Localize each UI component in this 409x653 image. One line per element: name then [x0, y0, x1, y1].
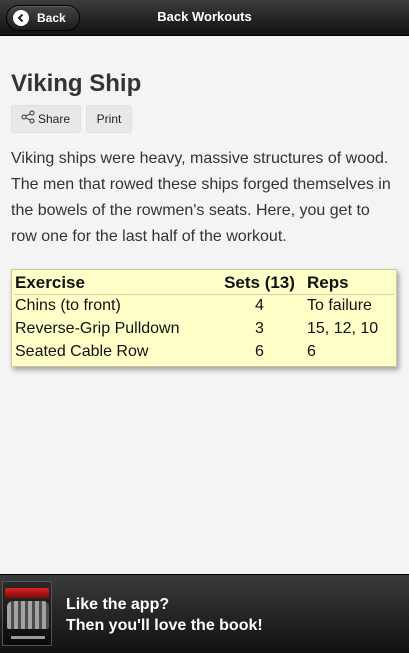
- exercise-name: Chins (to front): [15, 296, 121, 314]
- book-promo-banner[interactable]: Like the app? Then you'll love the book!: [0, 574, 409, 653]
- book-cover-figures-graphic: [7, 601, 49, 629]
- promo-text-line1: Like the app?: [66, 596, 170, 613]
- share-button-label: Share: [38, 112, 71, 126]
- page-title: Viking Ship: [11, 70, 142, 97]
- workout-description: Viking ships were heavy, massive structu…: [11, 150, 391, 245]
- action-buttons: Share Print: [11, 105, 399, 133]
- print-button[interactable]: Print: [86, 105, 132, 133]
- exercise-table: Exercise Sets (13) Reps Chins (to front)…: [14, 271, 394, 363]
- exercise-sets: 4: [255, 296, 264, 314]
- exercise-reps: 15, 12, 10: [307, 319, 379, 337]
- exercise-reps: 6: [307, 342, 316, 360]
- column-header-exercise: Exercise: [14, 271, 216, 295]
- print-button-label: Print: [96, 112, 122, 126]
- table-header-row: Exercise Sets (13) Reps: [14, 271, 394, 295]
- column-header-reps: Reps: [302, 271, 394, 295]
- share-button[interactable]: Share: [11, 105, 81, 133]
- exercise-sets: 3: [255, 319, 264, 337]
- exercise-reps: To failure: [307, 296, 372, 314]
- book-cover-subtitle-graphic: [11, 636, 45, 639]
- exercise-table-container: Exercise Sets (13) Reps Chins (to front)…: [11, 269, 397, 367]
- main-content: Viking Ship Share Print Viking ships wer…: [11, 36, 399, 367]
- table-row: Chins (to front) 4 To failure: [14, 294, 394, 317]
- top-toolbar: Back Back Workouts: [0, 0, 409, 36]
- table-row: Seated Cable Row 6 6: [14, 340, 394, 363]
- book-cover-image[interactable]: [2, 581, 52, 646]
- table-row: Reverse-Grip Pulldown 3 15, 12, 10: [14, 317, 394, 340]
- book-cover-title-graphic: [5, 588, 49, 598]
- column-header-sets: Sets (13): [216, 271, 302, 295]
- share-icon: [21, 110, 35, 124]
- exercise-name: Reverse-Grip Pulldown: [15, 319, 180, 337]
- exercise-sets: 6: [255, 342, 264, 360]
- promo-text-line2: Then you'll love the book!: [66, 617, 263, 634]
- exercise-name: Seated Cable Row: [15, 342, 149, 360]
- header-title: Back Workouts: [157, 9, 252, 24]
